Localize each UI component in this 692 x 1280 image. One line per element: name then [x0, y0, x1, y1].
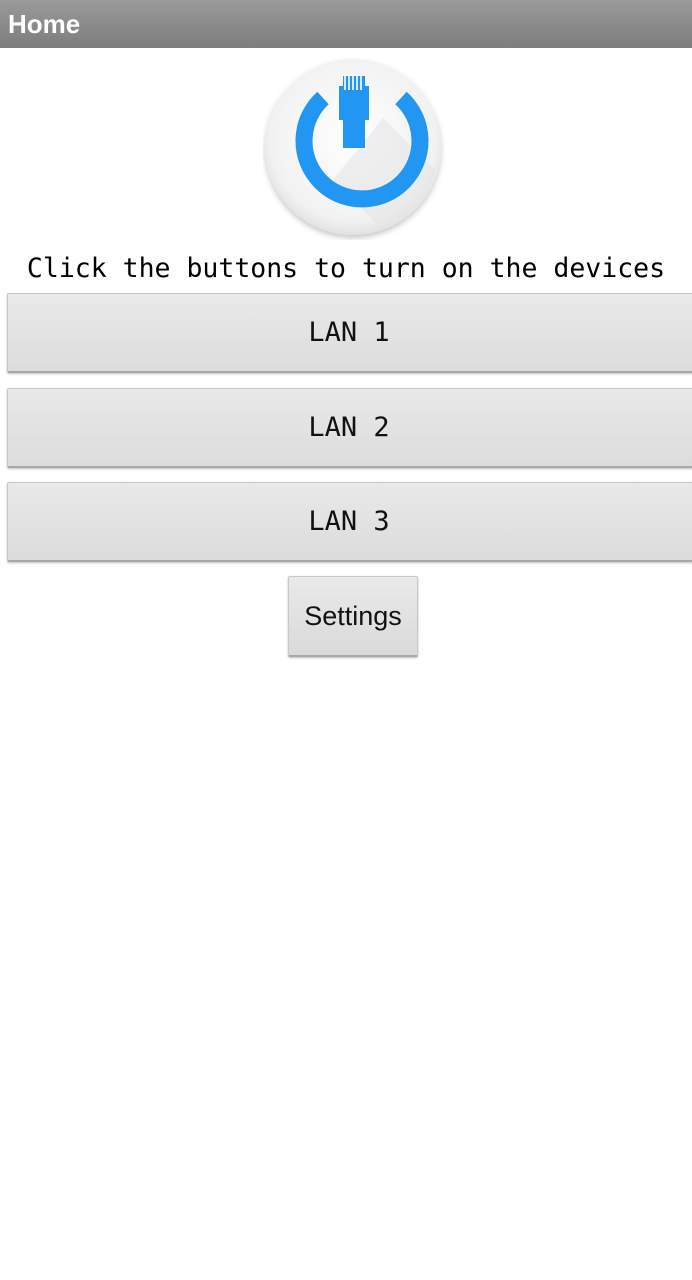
app-logo	[263, 58, 445, 240]
lan-1-button[interactable]: LAN 1	[7, 293, 692, 373]
settings-button[interactable]: Settings	[288, 576, 418, 657]
lan-2-label: LAN 2	[308, 412, 390, 443]
lan-2-button[interactable]: LAN 2	[7, 388, 692, 468]
lan-3-label: LAN 3	[308, 506, 390, 537]
lan-1-label: LAN 1	[308, 317, 390, 348]
title-bar: Home	[0, 0, 692, 48]
instruction-text: Click the buttons to turn on the devices	[26, 253, 666, 284]
page-title: Home	[8, 9, 81, 39]
lan-3-button[interactable]: LAN 3	[7, 482, 692, 562]
settings-label: Settings	[304, 600, 402, 631]
power-ethernet-icon	[265, 59, 441, 235]
